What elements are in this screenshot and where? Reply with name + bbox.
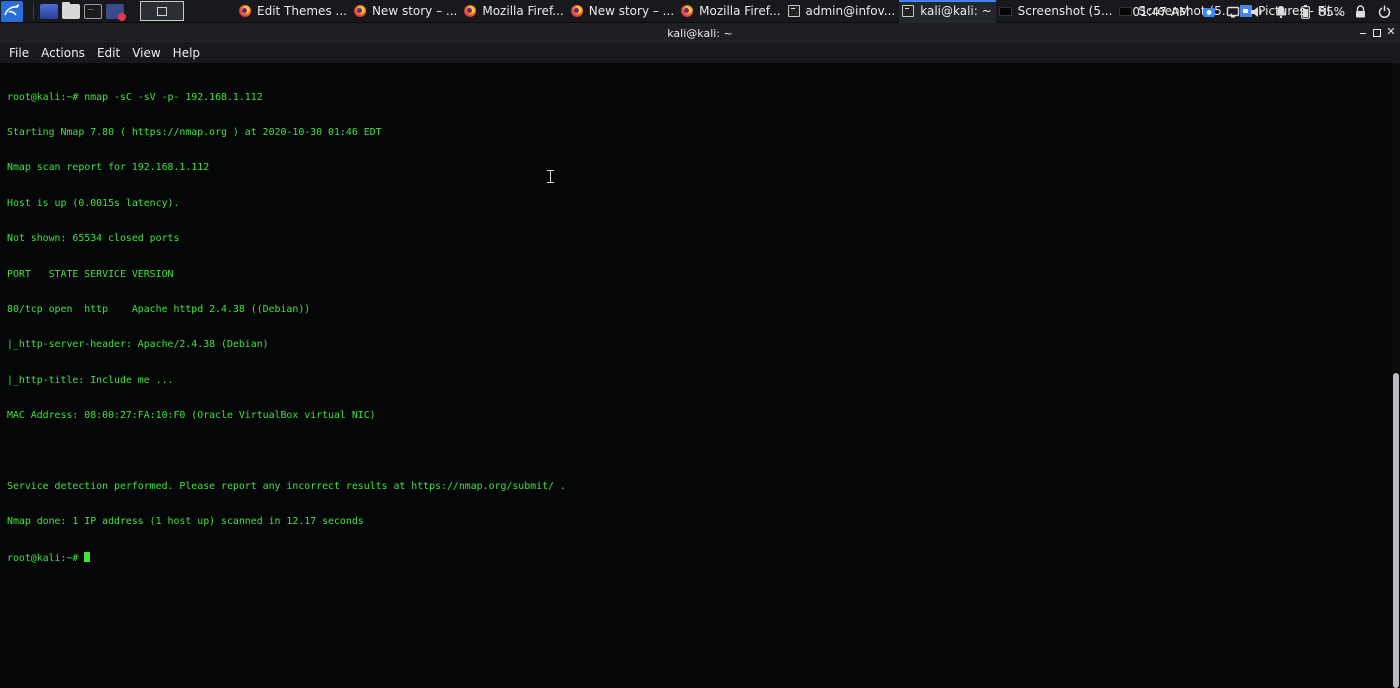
taskbar-item[interactable]: Edit Themes ... [236, 0, 351, 23]
camera-icon[interactable] [1202, 5, 1216, 19]
terminal-icon [787, 5, 800, 17]
menu-file[interactable]: File [3, 43, 35, 63]
terminal-prompt: root@kali:~# [7, 552, 85, 564]
separator [33, 3, 34, 19]
taskbar-item-label: Edit Themes ... [257, 4, 347, 18]
terminal-launcher-icon[interactable] [84, 1, 102, 19]
clock[interactable]: 01:47 AM [1132, 5, 1189, 19]
menu-view[interactable]: View [126, 43, 166, 63]
taskbar-item[interactable]: kali@kali: ~ [899, 0, 997, 23]
menu-actions[interactable]: Actions [35, 43, 91, 63]
terminal-line: Nmap scan report for 192.168.1.112 [7, 162, 210, 174]
firefox-icon [353, 5, 366, 17]
volume-icon[interactable] [1250, 5, 1264, 19]
scrollbar-thumb[interactable] [1393, 373, 1399, 688]
firefox-icon [570, 5, 583, 17]
terminal-output: root@kali:~# nmap -sC -sV -p- 192.168.1.… [7, 68, 566, 587]
firefox-icon [681, 5, 694, 17]
menu-edit[interactable]: Edit [91, 43, 126, 63]
mouse-ibeam-cursor-icon [547, 170, 554, 183]
top-panel: Edit Themes ... New story – ... Mozilla Fi… [0, 0, 1400, 23]
taskbar-item[interactable]: New story – ... [351, 0, 461, 23]
taskbar-item-label: New story – ... [371, 4, 458, 18]
terminal-line: root@kali:~# nmap -sC -sV -p- 192.168.1.… [7, 91, 263, 103]
firefox-icon [464, 5, 477, 17]
menubar: File Actions Edit View Help [0, 43, 1400, 63]
terminal-icon [902, 5, 915, 17]
taskbar-item[interactable]: Screenshot (5... [996, 0, 1117, 23]
terminal-line: |_http-title: Include me ... [7, 374, 174, 386]
taskbar-item-label: New story – ... [588, 4, 675, 18]
taskbar-item-label: kali@kali: ~ [920, 4, 992, 18]
screenshot-icon [1119, 6, 1133, 16]
taskbar-item-label: admin@infov... [805, 4, 896, 18]
screenshot-icon [998, 6, 1012, 16]
terminal-prompt-line[interactable]: root@kali:~# [7, 551, 566, 564]
taskbar-item[interactable]: admin@infov... [785, 0, 900, 23]
battery-percentage: 85% [1318, 4, 1345, 19]
minimize-button[interactable] [1356, 25, 1370, 39]
workspace-switcher[interactable] [140, 1, 184, 21]
lock-screen-icon[interactable] [1353, 5, 1367, 19]
terminal-line: Service detection performed. Please repo… [7, 480, 566, 492]
close-button[interactable]: ✕ [1384, 25, 1398, 39]
taskbar-item[interactable]: New story – ... [568, 0, 678, 23]
terminal-line: MAC Address: 08:00:27:FA:10:F0 (Oracle V… [7, 410, 376, 422]
power-icon[interactable] [1377, 5, 1391, 19]
taskbar-item[interactable]: Mozilla Firef... [678, 0, 784, 23]
terminal-line: PORT STATE SERVICE VERSION [7, 268, 174, 280]
taskbar-item-label: Mozilla Firef... [699, 4, 781, 18]
file-manager-icon[interactable] [62, 1, 80, 19]
window-titlebar[interactable]: kali@kali: ~ ✕ [0, 23, 1400, 43]
terminal-line: 80/tcp open http Apache httpd 2.4.38 ((D… [7, 303, 311, 315]
taskbar-item-label: Screenshot (5... [1017, 4, 1113, 18]
notification-bell-icon[interactable] [1274, 5, 1288, 19]
battery-icon[interactable] [1298, 4, 1312, 19]
launcher-bar [0, 0, 184, 23]
terminal-line: Not shown: 65534 closed ports [7, 233, 180, 245]
taskbar-item-label: Mozilla Firef... [482, 4, 564, 18]
terminal-line: Starting Nmap 7.80 ( https://nmap.org ) … [7, 126, 382, 138]
show-desktop-icon[interactable] [40, 3, 58, 19]
firefox-launcher-icon[interactable] [106, 3, 126, 21]
taskbar-item[interactable]: Mozilla Firef... [461, 0, 567, 23]
firefox-icon [239, 5, 251, 17]
display-icon[interactable] [1226, 5, 1240, 19]
maximize-button[interactable] [1369, 25, 1383, 39]
terminal-area[interactable]: root@kali:~# nmap -sC -sV -p- 192.168.1.… [0, 63, 1392, 688]
workspace-window-icon [157, 6, 167, 16]
terminal-line: Nmap done: 1 IP address (1 host up) scan… [7, 516, 364, 528]
terminal-line: Host is up (0.0015s latency). [7, 197, 180, 209]
window-title: kali@kali: ~ [667, 26, 733, 40]
system-tray: 01:47 AM 85% [1132, 0, 1400, 23]
kali-menu-icon[interactable] [1, 1, 23, 22]
terminal-scrollbar[interactable] [1392, 63, 1400, 688]
text-cursor [84, 551, 91, 562]
terminal-line: |_http-server-header: Apache/2.4.38 (Deb… [7, 339, 269, 351]
menu-help[interactable]: Help [167, 43, 206, 63]
